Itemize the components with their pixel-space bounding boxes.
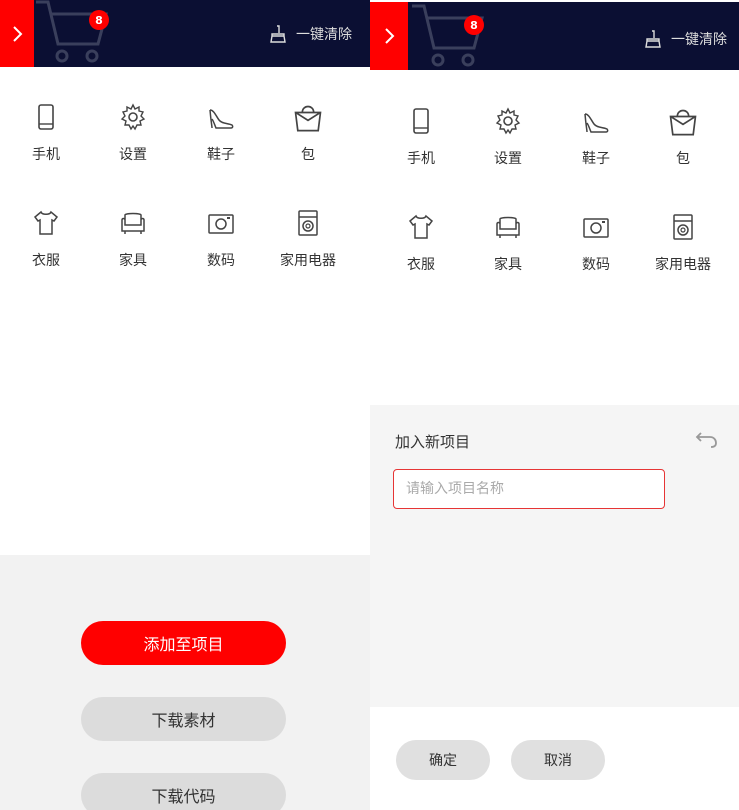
right-panel: 8 一键清除 手机 设置 鞋子 包 衣服 家具 数码 家用电器 加入新项目 请输… bbox=[370, 0, 739, 810]
category-item-shoes[interactable]: 鞋子 bbox=[556, 104, 636, 168]
cart-count-badge: 8 bbox=[89, 10, 109, 30]
clear-all-button[interactable]: 一键清除 bbox=[268, 24, 352, 44]
category-label: 家具 bbox=[119, 253, 147, 269]
new-project-title: 加入新项目 bbox=[395, 433, 471, 451]
shoe-icon bbox=[206, 102, 236, 132]
new-project-sheet: 加入新项目 bbox=[370, 405, 739, 707]
chevron-right-icon bbox=[379, 26, 399, 46]
clear-all-label: 一键清除 bbox=[671, 32, 727, 48]
category-label: 鞋子 bbox=[582, 151, 610, 167]
add-to-project-button[interactable]: 添加至项目 bbox=[81, 621, 286, 665]
gear-icon bbox=[118, 102, 148, 132]
category-item-settings[interactable]: 设置 bbox=[93, 100, 173, 164]
sofa-icon bbox=[118, 208, 148, 238]
category-item-clothes[interactable]: 衣服 bbox=[6, 206, 86, 270]
shoe-icon bbox=[581, 106, 611, 136]
category-label: 鞋子 bbox=[207, 147, 235, 163]
category-label: 家用电器 bbox=[655, 257, 711, 273]
camera-icon bbox=[581, 212, 611, 242]
cart-icon[interactable] bbox=[408, 0, 488, 70]
category-item-phone[interactable]: 手机 bbox=[6, 100, 86, 164]
category-label: 包 bbox=[676, 151, 690, 167]
category-item-furniture[interactable]: 家具 bbox=[93, 206, 173, 270]
confirm-button[interactable]: 确定 bbox=[396, 740, 490, 780]
shirt-icon bbox=[31, 208, 61, 238]
category-label: 衣服 bbox=[407, 257, 435, 273]
left-panel: 8 一键清除 手机 设置 鞋子 包 衣服 家具 数码 家用电器 添加至项目 下载… bbox=[0, 0, 370, 810]
category-label: 手机 bbox=[32, 147, 60, 163]
phone-icon bbox=[31, 102, 61, 132]
broom-icon bbox=[268, 24, 288, 44]
category-label: 包 bbox=[301, 147, 315, 163]
category-item-clothes[interactable]: 衣服 bbox=[381, 210, 461, 274]
category-item-shoes[interactable]: 鞋子 bbox=[181, 100, 261, 164]
chevron-right-icon bbox=[7, 24, 27, 44]
category-item-settings[interactable]: 设置 bbox=[468, 104, 548, 168]
project-name-input[interactable] bbox=[393, 469, 665, 509]
category-item-appliances[interactable]: 家用电器 bbox=[268, 206, 348, 270]
action-area bbox=[0, 555, 370, 810]
broom-icon bbox=[643, 29, 663, 49]
undo-icon[interactable] bbox=[695, 429, 719, 449]
bag-icon bbox=[666, 104, 700, 138]
category-item-bags[interactable]: 包 bbox=[643, 104, 723, 168]
category-item-appliances[interactable]: 家用电器 bbox=[643, 210, 723, 274]
washing-machine-icon bbox=[293, 208, 323, 238]
cancel-button[interactable]: 取消 bbox=[511, 740, 605, 780]
category-label: 家具 bbox=[494, 257, 522, 273]
category-label: 设置 bbox=[494, 151, 522, 167]
category-item-digital[interactable]: 数码 bbox=[181, 206, 261, 270]
category-item-phone[interactable]: 手机 bbox=[381, 104, 461, 168]
shirt-icon bbox=[406, 212, 436, 242]
category-label: 设置 bbox=[119, 147, 147, 163]
cart-count-badge: 8 bbox=[464, 15, 484, 35]
category-label: 数码 bbox=[582, 257, 610, 273]
header-bar: 8 一键清除 bbox=[370, 2, 739, 70]
clear-all-label: 一键清除 bbox=[296, 27, 352, 43]
sofa-icon bbox=[493, 212, 523, 242]
washing-machine-icon bbox=[668, 212, 698, 242]
download-assets-button[interactable]: 下载素材 bbox=[81, 697, 286, 741]
bag-icon bbox=[291, 100, 325, 134]
back-button[interactable] bbox=[370, 2, 408, 70]
category-item-bags[interactable]: 包 bbox=[268, 100, 348, 164]
category-label: 家用电器 bbox=[280, 253, 336, 269]
category-label: 手机 bbox=[407, 151, 435, 167]
gear-icon bbox=[493, 106, 523, 136]
category-item-digital[interactable]: 数码 bbox=[556, 210, 636, 274]
clear-all-button[interactable]: 一键清除 bbox=[643, 29, 727, 49]
category-item-furniture[interactable]: 家具 bbox=[468, 210, 548, 274]
header-bar: 8 一键清除 bbox=[0, 0, 370, 67]
download-code-button[interactable]: 下载代码 bbox=[81, 773, 286, 810]
category-label: 数码 bbox=[207, 253, 235, 269]
phone-icon bbox=[406, 106, 436, 136]
back-button[interactable] bbox=[0, 0, 34, 67]
category-label: 衣服 bbox=[32, 253, 60, 269]
camera-icon bbox=[206, 208, 236, 238]
